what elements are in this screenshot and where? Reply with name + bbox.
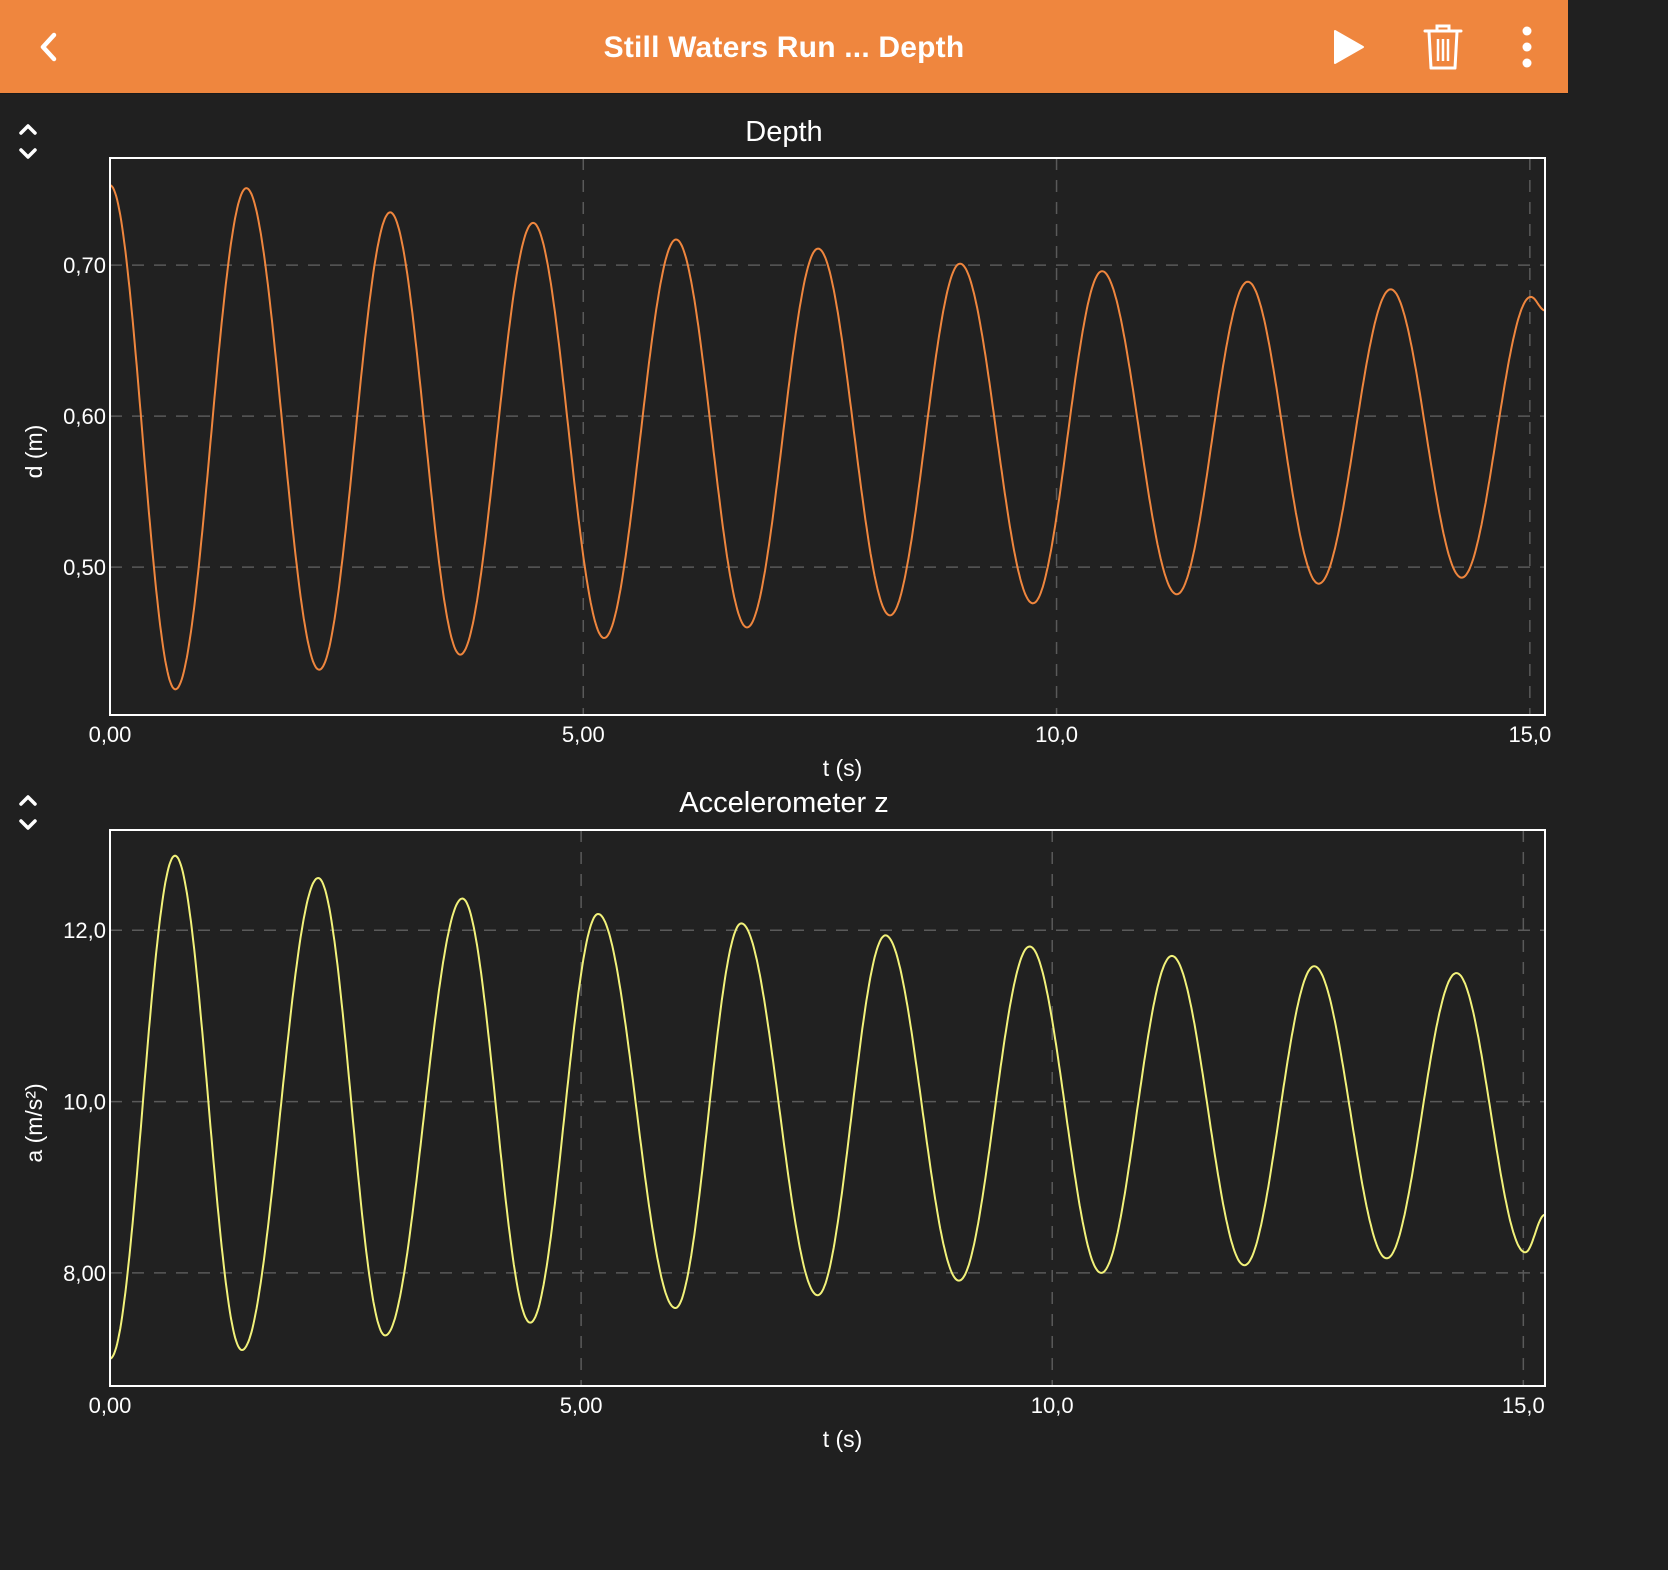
plot-area [110, 830, 1545, 1386]
x-tick-label: 15,0 [1502, 1393, 1545, 1418]
y-tick-label: 0,50 [63, 555, 106, 580]
y-axis-title: a (m/s²) [21, 1083, 47, 1162]
play-button[interactable] [1320, 20, 1374, 74]
play-icon [1334, 30, 1364, 64]
chevron-left-icon [40, 32, 57, 62]
y-tick-label: 12,0 [63, 918, 106, 943]
x-tick-label: 5,00 [562, 722, 605, 747]
accelerometer-chart[interactable]: 8,00 10,0 12,0 0,00 5,00 10,0 15,0 t (s) a (m/s²… [0, 810, 1568, 1470]
x-axis-title: t (s) [823, 755, 863, 781]
x-tick-label: 10,0 [1031, 1393, 1074, 1418]
x-tick-label: 10,0 [1035, 722, 1078, 747]
depth-chart[interactable]: 0,50 0,60 0,70 0,00 5,00 10,0 15,0 t (s) d (m) [0, 140, 1568, 781]
y-tick-label: 10,0 [63, 1090, 106, 1115]
more-vertical-icon [1522, 26, 1532, 68]
more-options-button[interactable] [1500, 20, 1554, 74]
trash-icon [1423, 24, 1463, 70]
x-tick-label: 5,00 [560, 1393, 603, 1418]
plot-area [110, 158, 1545, 715]
y-tick-label: 0,70 [63, 253, 106, 278]
x-axis-title: t (s) [823, 1426, 863, 1452]
y-tick-label: 8,00 [63, 1261, 106, 1286]
x-tick-label: 15,0 [1508, 722, 1551, 747]
back-button[interactable] [22, 20, 76, 74]
y-axis-title: d (m) [21, 425, 47, 479]
x-tick-label: 0,00 [89, 1393, 132, 1418]
y-tick-label: 0,60 [63, 404, 106, 429]
app-bar: Still Waters Run ... Depth [0, 0, 1568, 94]
delete-button[interactable] [1416, 20, 1470, 74]
x-tick-label: 0,00 [89, 722, 132, 747]
